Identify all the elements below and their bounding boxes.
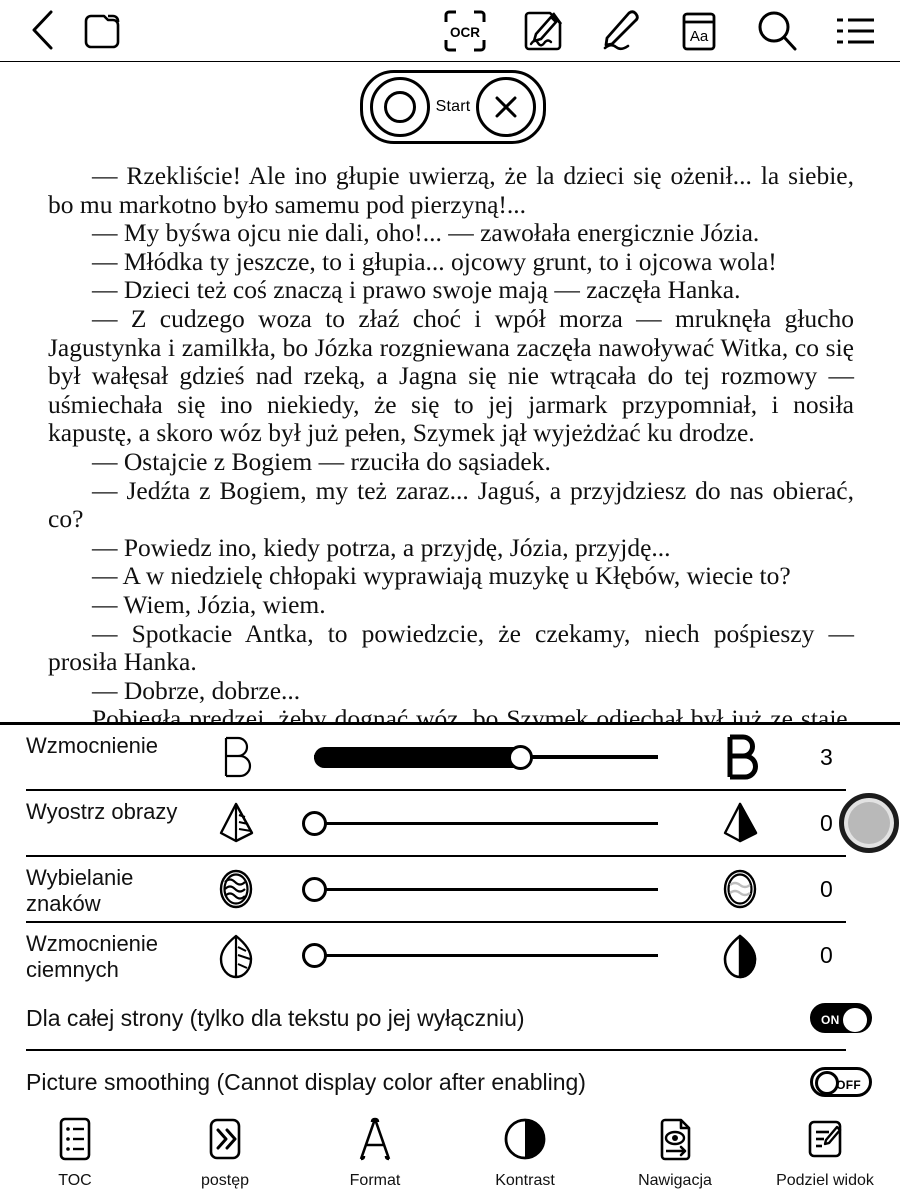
floating-recorder-control[interactable]: Start — [360, 70, 546, 144]
document-paragraph: — Młódka ty jeszcze, to i głupia... ojco… — [92, 246, 777, 276]
whole-page-toggle[interactable]: ON — [810, 1003, 872, 1033]
toggle-label: Dla całej strony (tylko dla tekstu po je… — [26, 1004, 525, 1031]
ereader-screen: OCR Aa Start — Rzekliście! Ale ino głupi… — [0, 0, 900, 1200]
svg-text:Aa: Aa — [690, 28, 709, 45]
enhancement-slider[interactable] — [306, 725, 666, 789]
document-paragraph: — Rzekliście! Ale ino głupie uwierzą, że… — [48, 161, 854, 219]
document-page[interactable]: — Rzekliście! Ale ino głupie uwierzą, że… — [0, 62, 900, 722]
setting-row-sharpen: Wyostrz obrazy 0 — [0, 791, 900, 855]
toggle-knob — [843, 1008, 867, 1032]
document-paragraph: — Jedźta z Bogiem, my też zaraz... Jaguś… — [48, 475, 854, 534]
setting-label: Wybielanie znaków — [26, 865, 134, 916]
setting-row-whole-page: Dla całej strony (tylko dla tekstu po je… — [0, 987, 900, 1049]
contrast-settings-panel: Wzmocnienie 3 Wyostrz obrazy 0 Wybielani… — [0, 722, 900, 1100]
solid-pyramid-icon — [712, 791, 768, 855]
slider-knob[interactable] — [301, 943, 327, 968]
dark-enhance-slider[interactable] — [301, 923, 666, 987]
toggle-state-text: OFF — [836, 1078, 861, 1092]
close-circle-icon[interactable] — [476, 77, 537, 137]
pen-annotate-icon[interactable] — [598, 8, 644, 59]
top-toolbar: OCR Aa — [0, 0, 900, 64]
striped-leaf-icon — [210, 923, 262, 987]
picture-smoothing-toggle[interactable]: OFF — [810, 1067, 872, 1097]
whitening-slider[interactable] — [301, 857, 666, 921]
document-paragraph: — Dzieci też coś znaczą i prawo swoje ma… — [92, 275, 741, 305]
split-view-icon — [800, 1113, 850, 1165]
double-chevron-right-icon — [200, 1113, 250, 1165]
thin-letter-b-icon — [210, 725, 262, 789]
document-paragraph: — Dobrze, dobrze... — [92, 675, 301, 705]
letter-a-format-icon — [350, 1113, 400, 1165]
nav-item-label: postęp — [200, 1172, 250, 1189]
nav-item-label: Nawigacja — [638, 1172, 712, 1189]
slider-track — [314, 822, 658, 825]
text-book-icon[interactable]: Aa — [676, 8, 722, 59]
bold-letter-b-icon — [712, 725, 768, 789]
contrast-half-circle-icon — [500, 1113, 550, 1165]
slider-track — [314, 954, 658, 957]
setting-row-picture-smoothing: Picture smoothing (Cannot display color … — [0, 1051, 900, 1113]
toggle-label: Picture smoothing (Cannot display color … — [26, 1068, 586, 1095]
document-paragraph: — A w niedzielę chłopaki wyprawiają muzy… — [92, 561, 791, 591]
document-paragraph: — Z cudzego woza to złaź choć i wpół mor… — [48, 303, 854, 448]
record-circle-icon[interactable] — [369, 77, 430, 137]
nav-item-label: Kontrast — [495, 1172, 555, 1189]
setting-value: 3 — [820, 743, 833, 770]
striped-pyramid-icon — [210, 791, 262, 855]
slider-fill — [314, 747, 529, 768]
chevron-left-icon[interactable] — [28, 8, 58, 57]
setting-row-enhancement: Wzmocnienie 3 — [0, 725, 900, 789]
folder-icon[interactable] — [80, 8, 124, 57]
floating-drag-handle-icon[interactable] — [839, 793, 899, 853]
document-paragraph: — Powiedz ino, kiedy potrza, a przyjdę, … — [92, 532, 671, 562]
setting-row-dark-enhance: Wzmocnienie ciemnych 0 — [0, 923, 900, 987]
light-wave-circle-icon — [712, 857, 768, 921]
toolbar-right-group: OCR Aa — [442, 8, 878, 59]
slider-knob[interactable] — [301, 877, 327, 902]
ocr-icon[interactable]: OCR — [442, 8, 488, 59]
document-paragraph: — Ostajcie z Bogiem — rzuciła do sąsiade… — [92, 446, 551, 476]
start-label: Start — [435, 98, 471, 115]
slider-knob[interactable] — [507, 745, 533, 770]
slider-track — [314, 888, 658, 891]
toggle-state-text: ON — [821, 1013, 840, 1027]
solid-half-leaf-icon — [712, 923, 768, 987]
record-inner-dot — [383, 91, 416, 123]
slider-knob[interactable] — [301, 811, 327, 836]
document-paragraph: — Spotkacie Antka, to powiedzcie, że cze… — [48, 618, 854, 677]
document-paragraph: Pobiegła prędzej, żeby dognać wóz, bo Sz… — [92, 704, 854, 722]
document-paragraph: — Wiem, Józia, wiem. — [92, 589, 326, 619]
list-menu-icon[interactable] — [832, 8, 878, 59]
setting-row-whitening: Wybielanie znaków 0 — [0, 857, 900, 921]
setting-value: 0 — [820, 875, 833, 902]
svg-text:OCR: OCR — [450, 25, 480, 40]
toolbar-left-group — [28, 8, 124, 57]
setting-label: Wzmocnienie — [26, 733, 159, 758]
document-paragraph: — My byśwa ojcu nie dali, oho!... — zawo… — [92, 218, 760, 248]
nav-item-label: Format — [349, 1172, 401, 1189]
page-navigation-icon — [650, 1113, 700, 1165]
document-text: — Rzekliście! Ale ino głupie uwierzą, że… — [48, 161, 854, 722]
sharpen-slider[interactable] — [301, 791, 666, 855]
nav-item-label: TOC — [58, 1172, 92, 1189]
setting-value: 0 — [820, 941, 833, 968]
setting-label: Wzmocnienie ciemnych — [26, 931, 159, 982]
dark-wave-circle-icon — [210, 857, 262, 921]
nav-item-label: Podziel widok — [776, 1172, 874, 1189]
setting-label: Wyostrz obrazy — [26, 799, 178, 824]
search-icon[interactable] — [754, 8, 800, 59]
toc-list-icon — [50, 1113, 100, 1165]
handwriting-note-icon[interactable] — [520, 8, 566, 59]
